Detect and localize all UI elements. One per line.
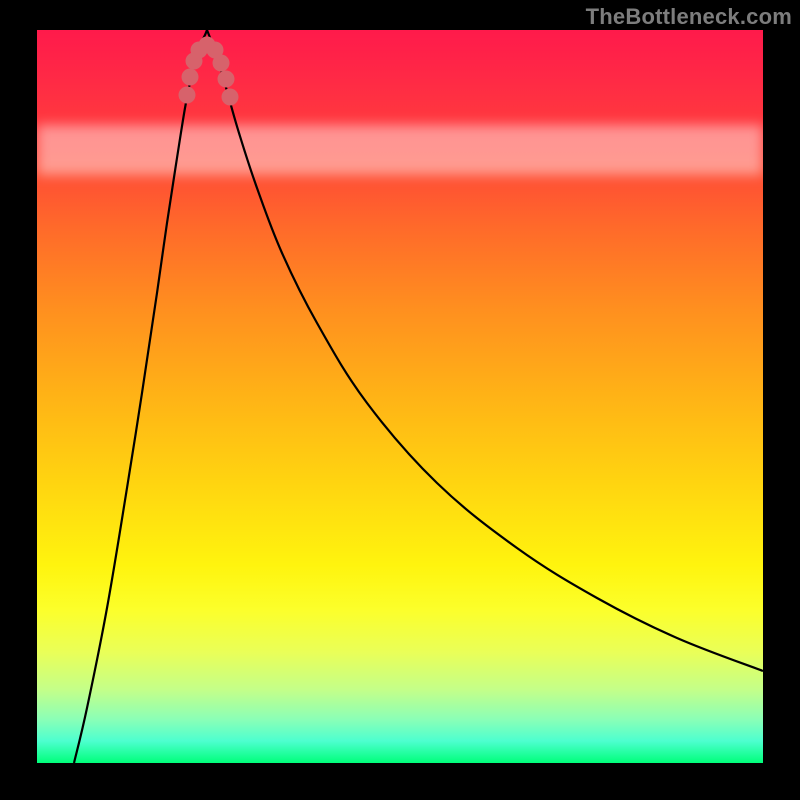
curve-layer — [37, 30, 763, 763]
plot-area — [37, 30, 763, 763]
valley-marker — [222, 89, 239, 106]
valley-marker — [218, 71, 235, 88]
watermark-text: TheBottleneck.com — [586, 4, 792, 30]
valley-marker — [179, 87, 196, 104]
chart-frame: TheBottleneck.com — [0, 0, 800, 800]
valley-marker — [213, 55, 230, 72]
curve-left — [74, 30, 207, 763]
valley-marker — [182, 69, 199, 86]
curve-right — [207, 30, 763, 671]
valley-markers — [179, 37, 239, 106]
